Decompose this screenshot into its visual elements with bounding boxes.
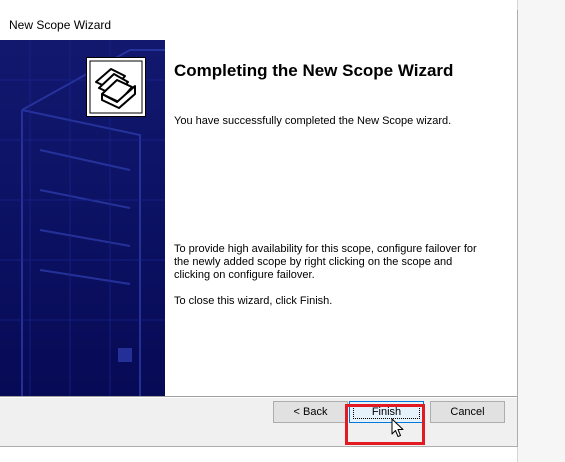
wizard-window: New Scope Wizard Completing the New Scop… [0, 10, 518, 447]
folder-icon [86, 57, 146, 117]
page-heading: Completing the New Scope Wizard [174, 61, 454, 80]
title-bar[interactable]: New Scope Wizard [0, 10, 517, 40]
divider-highlight [0, 397, 517, 398]
wizard-content: Completing the New Scope Wizard You have… [165, 40, 517, 396]
wizard-banner [0, 40, 165, 396]
close-instruction: To close this wizard, click Finish. [174, 295, 333, 307]
success-message: You have successfully completed the New … [174, 115, 452, 127]
highlight-box [345, 404, 425, 445]
window-title: New Scope Wizard [9, 18, 112, 32]
mouse-cursor-icon [391, 418, 404, 437]
failover-message: To provide high availability for this sc… [174, 243, 477, 281]
desktop-background [517, 0, 565, 462]
back-button[interactable]: < Back [273, 401, 348, 423]
cancel-button[interactable]: Cancel [430, 401, 505, 423]
